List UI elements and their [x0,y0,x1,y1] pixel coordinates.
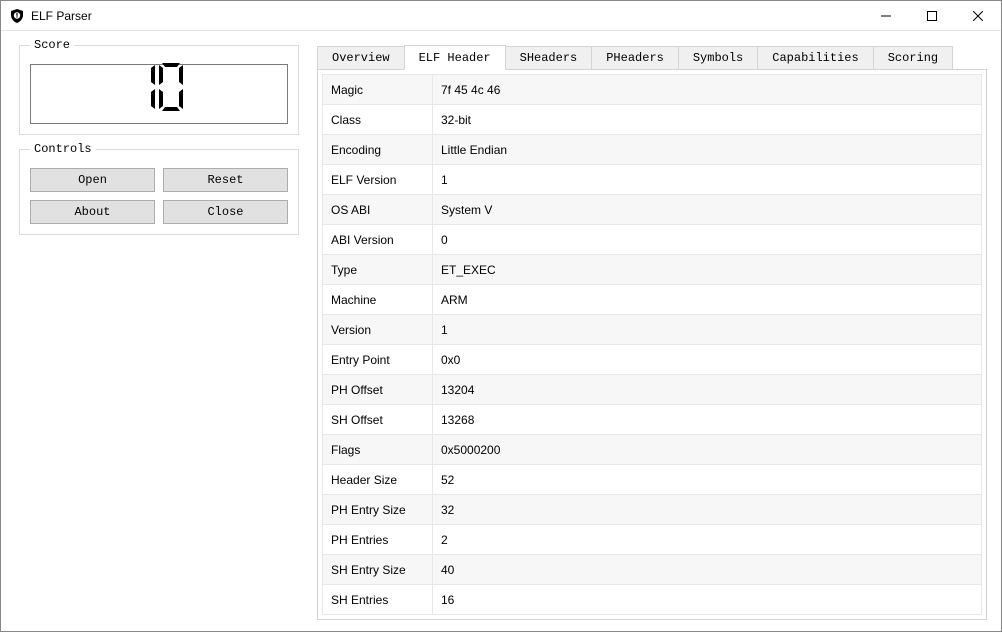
score-value [129,63,189,125]
table-row[interactable]: TypeET_EXEC [323,255,982,285]
table-row[interactable]: Entry Point0x0 [323,345,982,375]
close-button[interactable]: Close [163,200,288,224]
table-row[interactable]: SH Entry Size40 [323,555,982,585]
header-key: ABI Version [323,225,433,255]
about-button[interactable]: About [30,200,155,224]
tab-panel: Magic7f 45 4c 46Class32-bitEncodingLittl… [317,69,987,620]
header-key: Encoding [323,135,433,165]
header-key: Class [323,105,433,135]
header-value: 7f 45 4c 46 [433,75,982,105]
tab-sheaders[interactable]: SHeaders [505,46,593,69]
header-value: 1 [433,165,982,195]
tab-overview[interactable]: Overview [317,46,405,69]
header-key: SH Entry Size [323,555,433,585]
header-key: Type [323,255,433,285]
header-value: 0x5000200 [433,435,982,465]
header-key: PH Offset [323,375,433,405]
right-column: OverviewELF HeaderSHeadersPHeadersSymbol… [317,45,987,620]
header-value: ARM [433,285,982,315]
score-legend: Score [30,38,74,52]
header-value: 13268 [433,405,982,435]
controls-groupbox: Controls Open Reset About Close [19,149,299,235]
header-key: ELF Version [323,165,433,195]
table-row[interactable]: Header Size52 [323,465,982,495]
window-title: ELF Parser [31,9,92,23]
table-row[interactable]: Class32-bit [323,105,982,135]
header-key: Header Size [323,465,433,495]
header-value: 32-bit [433,105,982,135]
tab-symbols[interactable]: Symbols [678,46,758,69]
tab-pheaders[interactable]: PHeaders [591,46,679,69]
table-row[interactable]: SH Offset13268 [323,405,982,435]
header-value: 32 [433,495,982,525]
header-key: OS ABI [323,195,433,225]
table-row[interactable]: Magic7f 45 4c 46 [323,75,982,105]
reset-button[interactable]: Reset [163,168,288,192]
table-row[interactable]: PH Entry Size32 [323,495,982,525]
table-row[interactable]: ELF Version1 [323,165,982,195]
table-row[interactable]: PH Entries2 [323,525,982,555]
header-key: PH Entries [323,525,433,555]
table-row[interactable]: Version1 [323,315,982,345]
header-key: Magic [323,75,433,105]
table-row[interactable]: SH Entries16 [323,585,982,615]
main-window: ELF Parser Score Controls [0,0,1002,632]
table-row[interactable]: OS ABISystem V [323,195,982,225]
header-value: 13204 [433,375,982,405]
header-value: ET_EXEC [433,255,982,285]
tab-capabilities[interactable]: Capabilities [757,46,873,69]
header-key: Flags [323,435,433,465]
table-row[interactable]: PH Offset13204 [323,375,982,405]
content-area: Score Controls Open Reset About Close Ov… [1,31,1001,634]
tab-scoring[interactable]: Scoring [873,46,953,69]
open-button[interactable]: Open [30,168,155,192]
tab-bar: OverviewELF HeaderSHeadersPHeadersSymbol… [317,45,987,69]
controls-legend: Controls [30,142,96,156]
maximize-button[interactable] [909,1,955,31]
header-key: SH Offset [323,405,433,435]
header-value: System V [433,195,982,225]
header-key: Version [323,315,433,345]
score-groupbox: Score [19,45,299,135]
close-window-button[interactable] [955,1,1001,31]
header-value: 1 [433,315,982,345]
table-row[interactable]: MachineARM [323,285,982,315]
header-value: 16 [433,585,982,615]
score-display [30,64,288,124]
minimize-button[interactable] [863,1,909,31]
table-row[interactable]: ABI Version0 [323,225,982,255]
header-key: Entry Point [323,345,433,375]
header-key: PH Entry Size [323,495,433,525]
table-row[interactable]: Flags0x5000200 [323,435,982,465]
controls-grid: Open Reset About Close [30,168,288,224]
header-value: 0 [433,225,982,255]
header-value: 40 [433,555,982,585]
titlebar: ELF Parser [1,1,1001,31]
header-value: 52 [433,465,982,495]
tab-elf-header[interactable]: ELF Header [404,45,506,70]
header-key: SH Entries [323,585,433,615]
elf-header-scroll[interactable]: Magic7f 45 4c 46Class32-bitEncodingLittl… [322,74,982,615]
elf-header-table: Magic7f 45 4c 46Class32-bitEncodingLittl… [322,74,982,615]
shield-icon [9,8,25,24]
header-value: 0x0 [433,345,982,375]
table-row[interactable]: EncodingLittle Endian [323,135,982,165]
header-value: Little Endian [433,135,982,165]
header-key: Machine [323,285,433,315]
header-value: 2 [433,525,982,555]
left-column: Score Controls Open Reset About Close [19,45,299,620]
